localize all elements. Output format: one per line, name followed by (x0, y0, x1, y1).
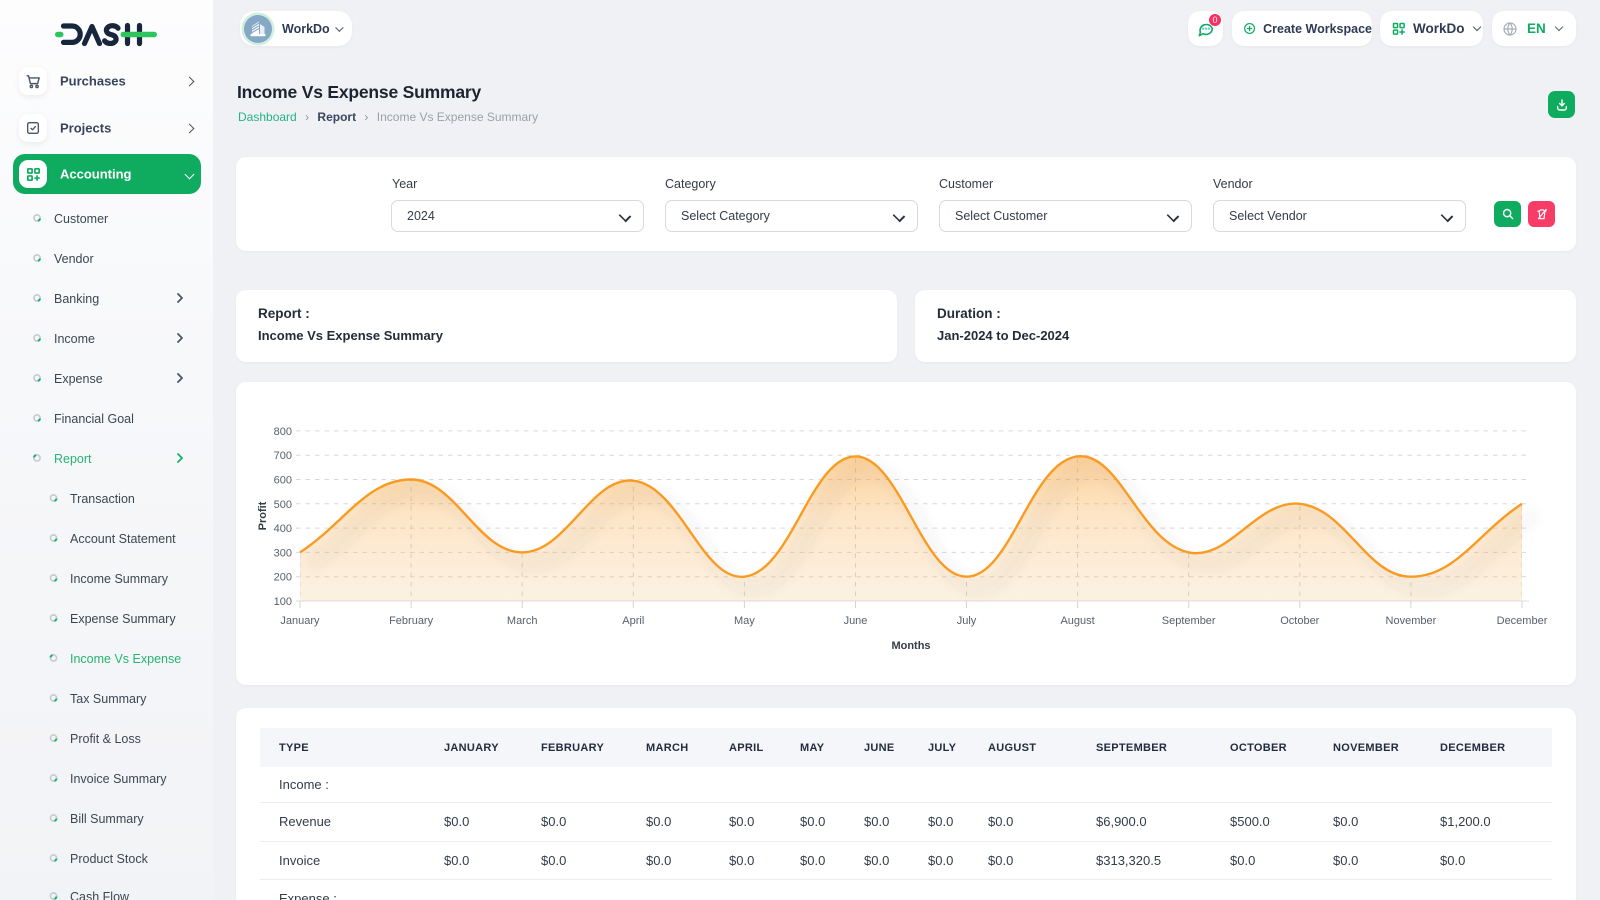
svg-text:Banking: Banking (54, 292, 99, 306)
svg-text:Customer: Customer (54, 212, 108, 226)
svg-text:January: January (280, 615, 320, 627)
svg-text:700: 700 (274, 450, 292, 462)
svg-text:Report: Report (54, 452, 92, 466)
svg-text:200: 200 (274, 572, 292, 584)
svg-text:August: August (1060, 615, 1094, 627)
svg-text:Invoice Summary: Invoice Summary (70, 772, 167, 786)
svg-text:Tax Summary: Tax Summary (70, 692, 147, 706)
svg-text:July: July (957, 615, 977, 627)
svg-text:Income Summary: Income Summary (70, 572, 169, 586)
svg-text:Product Stock: Product Stock (70, 852, 149, 866)
svg-text:November: November (1386, 615, 1437, 627)
svg-text:March: March (507, 615, 538, 627)
svg-text:Transaction: Transaction (70, 492, 135, 506)
svg-text:Financial Goal: Financial Goal (54, 412, 134, 426)
svg-text:Expense: Expense (54, 372, 103, 386)
svg-text:Profit & Loss: Profit & Loss (70, 732, 141, 746)
svg-text:May: May (734, 615, 755, 627)
svg-text:June: June (844, 615, 868, 627)
svg-text:October: October (1280, 615, 1319, 627)
svg-text:Account Statement: Account Statement (70, 532, 176, 546)
svg-text:500: 500 (274, 499, 292, 511)
svg-text:December: December (1497, 615, 1548, 627)
svg-text:100: 100 (274, 596, 292, 608)
svg-text:Profit: Profit (257, 501, 269, 530)
svg-text:Bill Summary: Bill Summary (70, 812, 144, 826)
svg-text:Expense Summary: Expense Summary (70, 612, 176, 626)
svg-text:Income: Income (54, 332, 95, 346)
svg-text:Months: Months (891, 640, 930, 652)
svg-text:February: February (389, 615, 434, 627)
svg-text:Vendor: Vendor (54, 252, 94, 266)
svg-text:300: 300 (274, 547, 292, 559)
svg-text:Cash Flow: Cash Flow (70, 890, 130, 900)
svg-text:800: 800 (274, 426, 292, 438)
svg-text:September: September (1162, 615, 1216, 627)
svg-text:400: 400 (274, 523, 292, 535)
svg-text:600: 600 (274, 475, 292, 487)
svg-text:Income Vs Expense: Income Vs Expense (70, 652, 181, 666)
svg-text:April: April (622, 615, 644, 627)
